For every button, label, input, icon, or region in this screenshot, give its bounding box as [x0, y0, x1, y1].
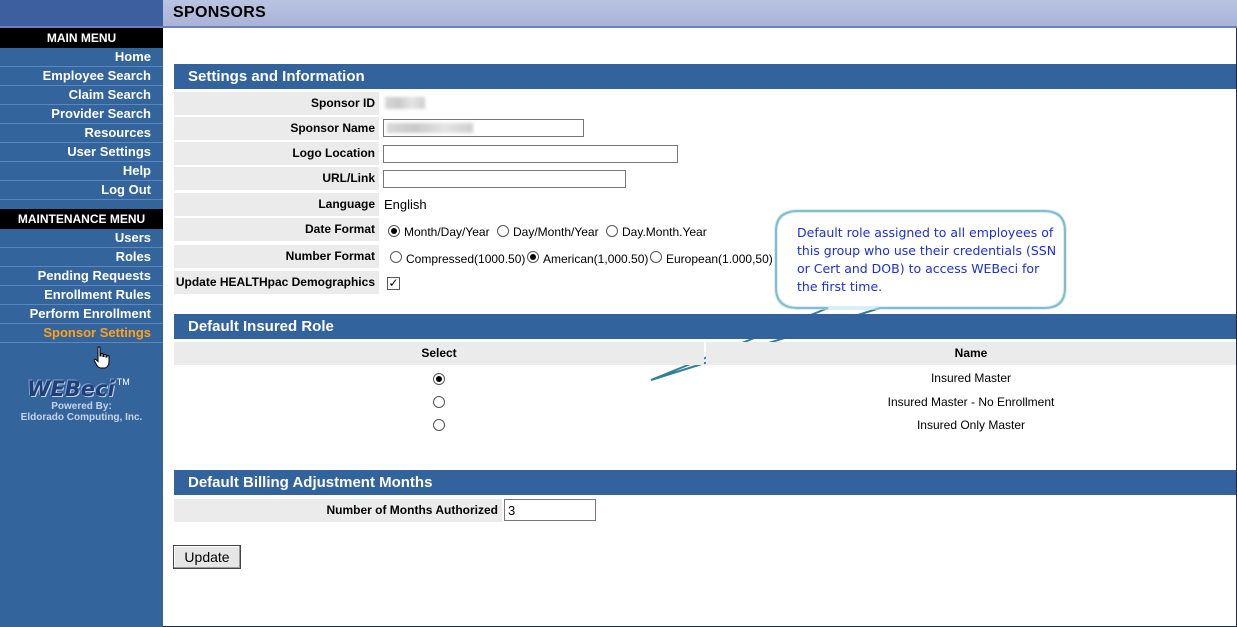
menu-item-enrollment-rules[interactable]: Enrollment Rules: [0, 286, 163, 305]
logo-powered-by: Powered By:: [51, 401, 112, 412]
main-menu-title: MAIN MENU: [0, 28, 163, 48]
menu-item-users[interactable]: Users: [0, 229, 163, 248]
menu-item-sponsor-settings[interactable]: Sponsor Settings: [0, 324, 163, 343]
date-format-dmy-radio[interactable]: [497, 225, 509, 237]
number-format-compressed-radio[interactable]: [390, 251, 402, 263]
logo-trademark: TM: [116, 377, 130, 387]
number-format-american-radio[interactable]: [527, 251, 539, 263]
top-header-bar: SPONSORS: [0, 0, 1237, 28]
date-format-mdy-label: Month/Day/Year: [404, 225, 490, 239]
role-radio-no-enrollment[interactable]: [433, 396, 445, 408]
callout-text: Default role assigned to all employees o…: [797, 225, 1057, 294]
menu-item-perform-enrollment[interactable]: Perform Enrollment: [0, 305, 163, 324]
logo-company: Eldorado Computing, Inc.: [20, 412, 143, 423]
page-title: SPONSORS: [173, 4, 267, 21]
header-sidebar-strip: [0, 0, 163, 26]
menu-item-log-out[interactable]: Log Out: [0, 181, 163, 200]
menu-item-claim-search[interactable]: Claim Search: [0, 86, 163, 105]
update-button[interactable]: Update: [173, 545, 241, 569]
menu-item-resources[interactable]: Resources: [0, 124, 163, 143]
sponsor-name-value-redacted: [387, 123, 473, 133]
menu-item-provider-search[interactable]: Provider Search: [0, 105, 163, 124]
role-name-insured-master: Insured Master: [930, 371, 1012, 385]
date-format-dmy-label: Day/Month/Year: [513, 225, 599, 239]
role-name-no-enrollment: Insured Master - No Enrollment: [887, 395, 1055, 409]
sponsor-name-label: Sponsor Name: [174, 117, 379, 140]
menu-spacer: [0, 200, 163, 209]
url-link-label: URL/Link: [174, 167, 379, 190]
url-link-input[interactable]: [383, 170, 626, 188]
hand-cursor-icon: [93, 346, 110, 369]
number-format-label: Number Format: [174, 245, 379, 268]
logo-location-input[interactable]: [383, 145, 678, 163]
menu-item-home[interactable]: Home: [0, 48, 163, 67]
menu-item-roles[interactable]: Roles: [0, 248, 163, 267]
date-format-mdy-radio[interactable]: [388, 225, 400, 237]
date-format-label: Date Format: [174, 218, 379, 241]
language-label: Language: [174, 193, 379, 216]
date-format-dot-radio[interactable]: [606, 225, 618, 237]
insured-role-section-header: Default Insured Role: [174, 314, 1236, 339]
sponsor-id-value-redacted: [385, 97, 425, 109]
update-demographics-label: Update HEALTHpac Demographics: [174, 271, 379, 294]
menu-item-pending-requests[interactable]: Pending Requests: [0, 267, 163, 286]
sponsor-id-label: Sponsor ID: [174, 92, 379, 115]
menu-item-employee-search[interactable]: Employee Search: [0, 67, 163, 86]
sidebar: MAIN MENU Home Employee Search Claim Sea…: [0, 28, 163, 627]
logo-wordmark: WEBeci: [27, 377, 115, 401]
number-format-american-label: American(1,000.50): [543, 252, 649, 266]
months-authorized-label: Number of Months Authorized: [174, 499, 502, 522]
update-demographics-checkbox[interactable]: ✓: [387, 277, 400, 290]
language-value: English: [384, 197, 427, 212]
billing-section-header: Default Billing Adjustment Months: [174, 470, 1236, 495]
menu-item-help[interactable]: Help: [0, 162, 163, 181]
role-radio-insured-master[interactable]: [433, 373, 445, 385]
webeci-logo: WEBeci TM Powered By: Eldorado Computing,…: [0, 377, 163, 423]
name-column-header: Name: [706, 342, 1236, 365]
maintenance-menu-title: MAINTENANCE MENU: [0, 209, 163, 229]
role-radio-insured-only-master[interactable]: [433, 419, 445, 431]
number-format-compressed-label: Compressed(1000.50): [406, 252, 526, 266]
months-authorized-input[interactable]: [504, 499, 596, 521]
menu-item-user-settings[interactable]: User Settings: [0, 143, 163, 162]
select-column-header: Select: [174, 342, 704, 365]
settings-section-header: Settings and Information: [174, 64, 1236, 89]
role-name-insured-only-master: Insured Only Master: [916, 418, 1026, 432]
logo-location-label: Logo Location: [174, 142, 379, 165]
